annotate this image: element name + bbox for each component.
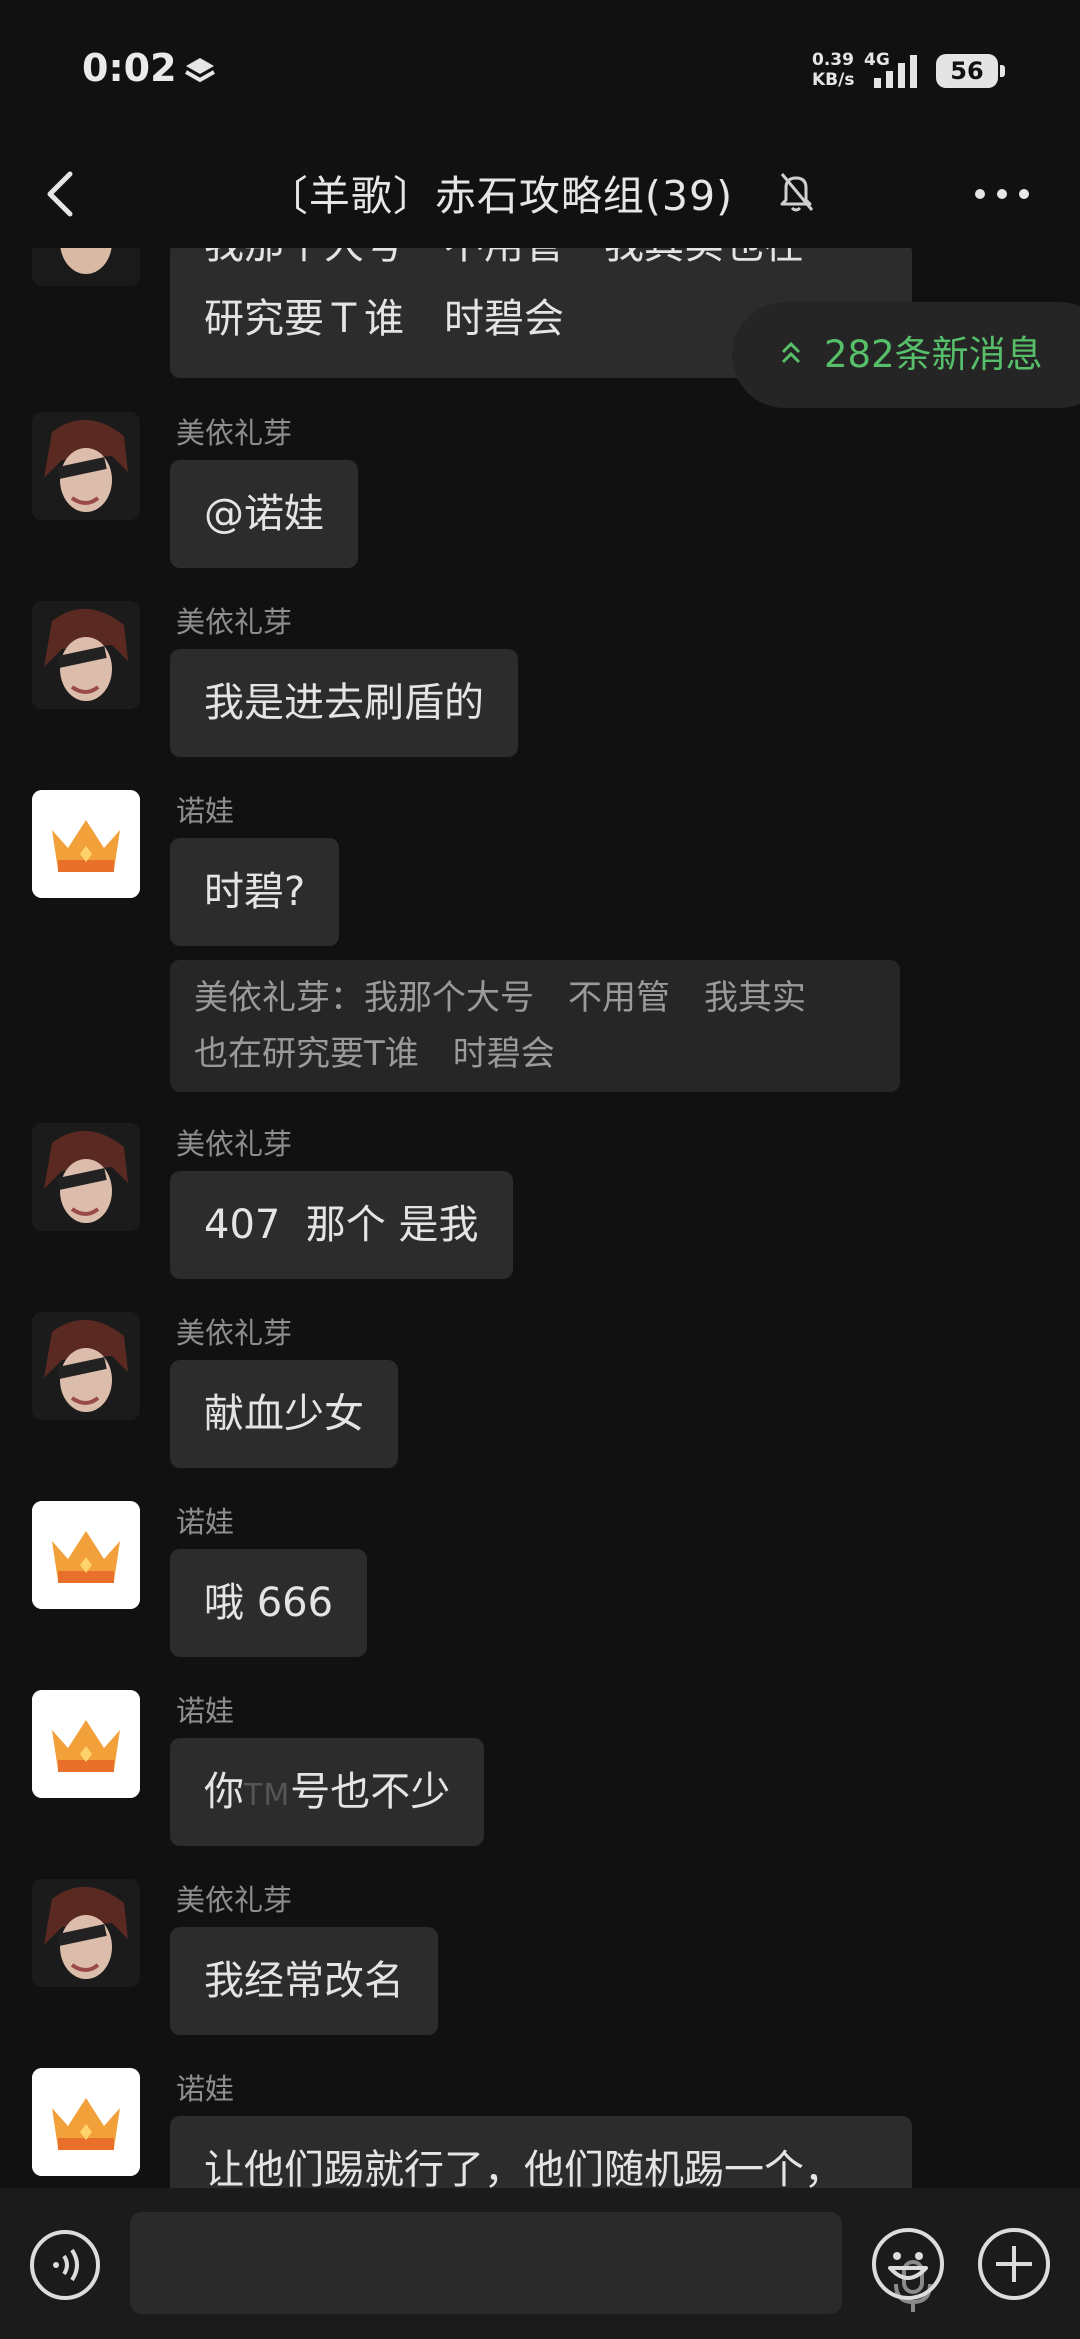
avatar[interactable] [32,1312,140,1420]
avatar[interactable] [32,1879,140,1987]
message-list[interactable]: 我那个大号 不用管 我其实也在 研究要Ｔ谁 时碧会 美依礼芽 @诺娃 [0,248,1080,2188]
sender-name: 诺娃 [176,794,235,828]
signal-icon [874,55,917,88]
voice-input-icon[interactable] [28,2228,102,2302]
avatar[interactable] [32,790,140,898]
message-bubble[interactable]: 让他们踢就行了，他们随机踢一个， [170,2116,912,2188]
chat-header: 〔羊歌〕赤石攻略组(39) [0,140,1080,248]
message-bubble[interactable]: 时碧? [170,838,340,946]
message-bubble[interactable]: 我是进去刷盾的 [170,649,518,757]
new-messages-label: 282条新消息 [824,333,1043,376]
network-speed: 0.39 KB/s 4G [812,50,890,90]
message-bubble[interactable]: 哦 666 [170,1549,368,1657]
status-time: 0:02 [82,46,177,90]
double-chevron-up-icon [781,341,801,364]
tm-mark: TM [244,1778,291,1813]
avatar[interactable] [32,1123,140,1231]
sender-name: 诺娃 [176,2072,235,2106]
sender-name: 诺娃 [176,1505,235,1539]
avatar[interactable] [32,412,140,520]
avatar[interactable] [32,1690,140,1798]
avatar[interactable] [32,1501,140,1609]
layers-icon [185,58,215,83]
emoji-icon[interactable] [870,2226,946,2302]
more-options-icon[interactable] [972,176,1032,212]
avatar[interactable] [32,601,140,709]
sender-name: 美依礼芽 [176,1316,293,1350]
sender-name: 美依礼芽 [176,416,293,450]
battery-indicator: 56 [936,54,1005,88]
message-bubble[interactable]: @诺娃 [170,460,358,568]
sender-name: 美依礼芽 [176,1127,293,1161]
message-input[interactable] [130,2212,932,2314]
sender-name: 美依礼芽 [176,605,293,639]
avatar[interactable] [32,2068,140,2176]
message-bubble[interactable]: 我经常改名 [170,1927,438,2035]
message-bubble[interactable]: 407 那个 是我 [170,1171,513,1279]
input-bar [0,2188,1080,2339]
back-arrow-icon[interactable] [36,166,86,222]
new-messages-button[interactable]: 282条新消息 [732,302,1080,408]
message-bubble[interactable]: 你TM号也不少 [170,1738,485,1846]
message-bubble[interactable]: 献血少女 [170,1360,398,1468]
mute-bell-icon [780,173,814,212]
sender-name: 美依礼芽 [176,1883,293,1917]
quoted-message[interactable]: 美依礼芽：我那个大号 不用管 我其实 也在研究要T谁 时碧会 [170,960,900,1092]
add-attachment-icon[interactable] [976,2226,1052,2302]
sender-name: 诺娃 [176,1694,235,1728]
chat-title: 〔羊歌〕赤石攻略组(39) [266,172,734,220]
avatar[interactable] [32,248,140,286]
status-bar: 0:02 0.39 KB/s 4G 56 [0,0,1080,140]
